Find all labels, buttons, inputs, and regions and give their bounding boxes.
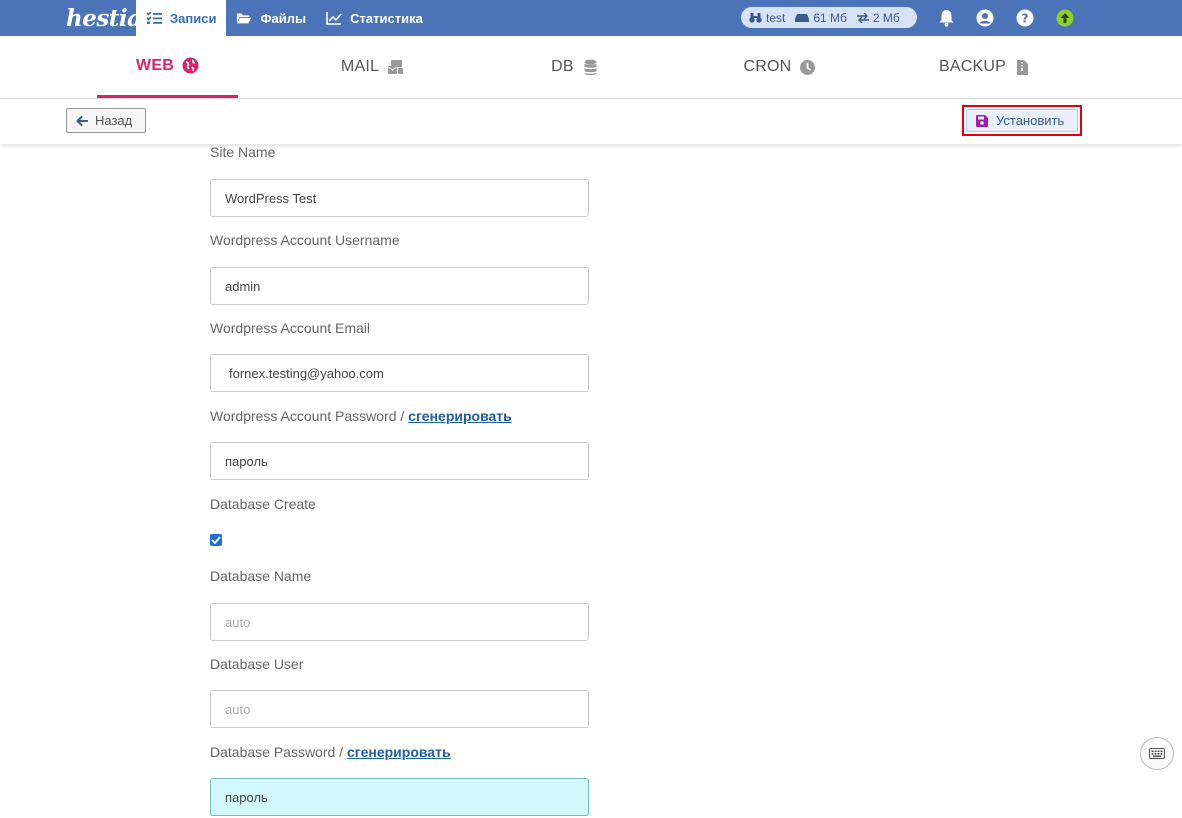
install-highlight: Установить (962, 105, 1082, 136)
keyboard-shortcuts-button[interactable] (1140, 737, 1174, 770)
nav-statistics-label: Статистика (350, 10, 423, 26)
db-name-label: Database Name (210, 568, 312, 584)
password-input[interactable] (210, 442, 589, 480)
help-question-icon[interactable]: ? (1015, 8, 1035, 28)
tab-backup[interactable]: BACKUP (925, 36, 1045, 98)
folder-open-icon (237, 13, 252, 24)
hestia-logo[interactable]: hestia (0, 0, 142, 36)
username-label: Wordpress Account Username (210, 232, 400, 248)
database-icon (584, 59, 597, 75)
tab-mail-label: MAIL (340, 58, 380, 75)
back-button[interactable]: Назад (66, 108, 146, 133)
section-tabs: WEB MAIL DB CRON BACKUP (0, 36, 1182, 99)
save-floppy-icon (976, 114, 988, 127)
db-password-label-text: Database Password / (210, 744, 347, 760)
nav-records[interactable]: Записи (136, 0, 227, 36)
stats-bandwidth: 2 Мб (872, 10, 900, 25)
usage-stats-pill: test 61 Мб 2 Мб (741, 7, 917, 28)
db-create-label: Database Create (210, 496, 316, 512)
nav-files[interactable]: Файлы (226, 0, 316, 36)
username-input[interactable] (210, 267, 589, 305)
tab-web-label: WEB (136, 56, 174, 74)
hard-drive-icon (795, 13, 810, 22)
generate-db-password-link[interactable]: сгенерировать (347, 744, 451, 760)
generate-password-link[interactable]: сгенерировать (408, 408, 512, 424)
tab-db[interactable]: DB (530, 36, 620, 98)
stats-disk: 61 Мб (813, 10, 847, 25)
db-name-input[interactable] (210, 603, 589, 641)
chart-line-icon (326, 12, 342, 25)
checkmark-icon (211, 536, 221, 544)
tab-cron-label: CRON (743, 58, 792, 75)
file-archive-icon (1017, 59, 1028, 75)
password-label-text: Wordpress Account Password / (210, 408, 409, 424)
tab-web[interactable]: WEB (97, 36, 238, 98)
db-user-input[interactable] (210, 690, 589, 728)
stats-user: test (766, 10, 786, 25)
keyboard-icon (1149, 748, 1165, 759)
action-toolbar: Назад Установить (0, 99, 1182, 144)
tab-cron[interactable]: CRON (725, 36, 835, 98)
binoculars-icon (749, 13, 762, 23)
site-name-input[interactable] (210, 179, 589, 217)
install-button[interactable]: Установить (966, 109, 1078, 132)
email-input[interactable] (210, 354, 589, 392)
password-label: Wordpress Account Password / сгенерирова… (210, 408, 512, 424)
db-password-input[interactable] (210, 778, 589, 816)
nav-records-label: Записи (170, 10, 217, 26)
email-label: Wordpress Account Email (210, 320, 371, 336)
tab-db-label: DB (551, 58, 574, 75)
db-create-checkbox[interactable] (210, 534, 222, 546)
update-arrow-up-icon[interactable] (1055, 8, 1075, 28)
top-navbar: hestia Записи Файлы Статистика test 61 М… (0, 0, 1182, 36)
exchange-icon (856, 12, 869, 23)
svg-text:?: ? (1022, 12, 1029, 26)
tab-backup-label: BACKUP (939, 58, 1006, 75)
site-name-label: Site Name (210, 144, 276, 160)
nav-statistics[interactable]: Статистика (316, 0, 433, 36)
install-button-label: Установить (996, 113, 1065, 128)
list-check-icon (146, 11, 162, 24)
back-button-label: Назад (95, 113, 133, 128)
db-password-label: Database Password / сгенерировать (210, 744, 451, 760)
user-circle-icon[interactable] (975, 8, 995, 28)
clock-icon (800, 59, 816, 75)
db-user-label: Database User (210, 656, 304, 672)
arrow-left-icon (76, 115, 88, 126)
notifications-bell-icon[interactable] (936, 8, 956, 28)
mail-bulk-icon (388, 59, 404, 74)
tab-mail[interactable]: MAIL (320, 36, 425, 98)
nav-files-label: Файлы (260, 10, 307, 26)
globe-icon (182, 57, 199, 74)
